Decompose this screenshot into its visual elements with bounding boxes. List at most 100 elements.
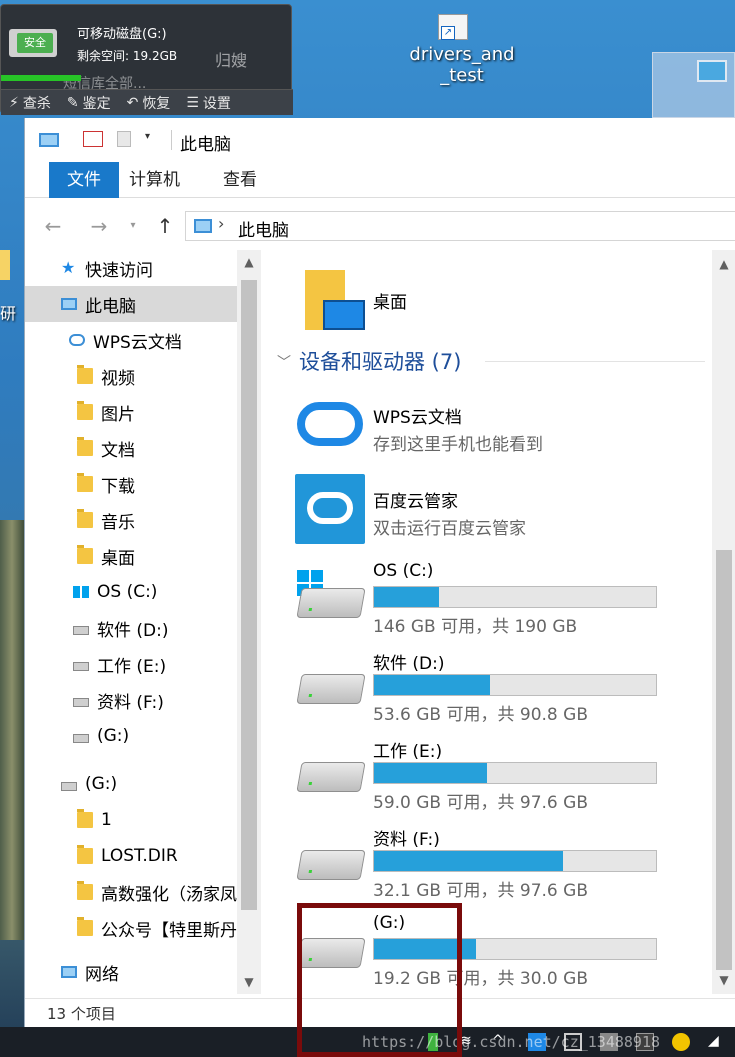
- sidebar-item[interactable]: WPS云文档: [25, 322, 237, 358]
- folder-icon: [77, 917, 93, 936]
- scroll-up-icon[interactable]: ▲: [237, 250, 261, 274]
- popup-progress-bar: [1, 75, 81, 81]
- properties-icon[interactable]: [83, 131, 103, 147]
- devices-group-title[interactable]: 设备和驱动器 (7): [299, 346, 461, 376]
- desktop-folder-label[interactable]: 桌面: [373, 288, 407, 313]
- sidebar-item[interactable]: 网络: [25, 954, 237, 990]
- baidu-cloud-icon[interactable]: [295, 474, 365, 544]
- drive-name: 工作 (E:): [373, 742, 443, 762]
- drive-free-space: 59.0 GB 可用，共 97.6 GB: [373, 793, 588, 813]
- tab-computer[interactable]: 计算机: [111, 162, 198, 198]
- sidebar-item[interactable]: 桌面: [25, 538, 237, 574]
- wps-cloud-icon[interactable]: [297, 402, 363, 446]
- drive-name: 资料 (F:): [373, 830, 440, 850]
- drive-name: 软件 (D:): [373, 654, 445, 674]
- tab-view[interactable]: 查看: [205, 162, 275, 198]
- drive-icon: [73, 661, 89, 671]
- sidebar-item[interactable]: 音乐: [25, 502, 237, 538]
- sidebar-item[interactable]: LOST.DIR: [25, 838, 237, 874]
- file-explorer-window: ▾ 此电脑 文件 计算机 查看 ← → ▾ ↑ › 此电脑 ★ 快速访问 此电脑 WP…: [24, 118, 735, 1027]
- item-count: 13 个项目: [47, 1005, 116, 1023]
- address-bar[interactable]: › 此电脑: [185, 211, 735, 241]
- scan-button[interactable]: ⚡ 查杀: [1, 90, 59, 115]
- drive-free-space: 146 GB 可用，共 190 GB: [373, 617, 578, 637]
- cloud-icon: [69, 334, 85, 346]
- shortcut-arrow-icon: ↗: [441, 26, 455, 40]
- scrollbar-thumb[interactable]: [241, 280, 257, 910]
- scroll-down-icon[interactable]: ▼: [712, 968, 735, 992]
- sidebar-item-label: 工作 (E:): [97, 656, 167, 677]
- forward-arrow-icon[interactable]: →: [85, 212, 113, 240]
- drive-icon: [73, 697, 89, 707]
- drive-icon: [296, 674, 366, 704]
- popup-title: 可移动磁盘(G:): [77, 27, 167, 42]
- restore-label: 恢复: [142, 95, 171, 112]
- folder-icon: [77, 845, 93, 864]
- sidebar-item-label: 1: [101, 810, 112, 830]
- desktop-folder-big-icon[interactable]: [305, 270, 365, 332]
- sidebar-item[interactable]: 1: [25, 802, 237, 838]
- sidebar-item[interactable]: 高数强化（汤家凤: [25, 874, 237, 910]
- sidebar-item-label: WPS云文档: [93, 332, 182, 353]
- sidebar-item[interactable]: (G:): [25, 766, 237, 802]
- desktop-shortcut-label[interactable]: drivers_and _test: [400, 44, 524, 86]
- navigation-pane-scrollbar[interactable]: ▲ ▼: [237, 250, 261, 994]
- sidebar-item[interactable]: 工作 (E:): [25, 646, 237, 682]
- desktop-folder-icon[interactable]: [0, 250, 10, 280]
- sidebar-item[interactable]: 下载: [25, 466, 237, 502]
- drive-usage-bar: [373, 762, 657, 784]
- app-name[interactable]: 百度云管家: [373, 487, 458, 512]
- sidebar-item[interactable]: 公众号【特里斯丹: [25, 910, 237, 946]
- address-text: 此电脑: [238, 221, 289, 241]
- drive-usage-fill: [374, 675, 490, 695]
- settings-label: 设置: [202, 95, 231, 112]
- sidebar-item-label: (G:): [85, 774, 118, 794]
- sidebar-item[interactable]: 资料 (F:): [25, 682, 237, 718]
- signal-icon[interactable]: ◢: [708, 1033, 726, 1051]
- customize-quick-access-icon[interactable]: ▾: [145, 131, 165, 147]
- video-folder-icon: [77, 365, 93, 384]
- sidebar-item[interactable]: 图片: [25, 394, 237, 430]
- sidebar-item[interactable]: (G:): [25, 718, 237, 754]
- chevron-down-icon[interactable]: ﹀: [277, 352, 291, 372]
- plus-tray-icon[interactable]: [672, 1033, 690, 1051]
- drive-icon: [296, 850, 366, 880]
- recent-locations-icon[interactable]: ▾: [119, 212, 147, 240]
- sidebar-item-label: (G:): [97, 726, 130, 746]
- sidebar-item-label: 文档: [101, 440, 135, 461]
- content-pane-scrollbar[interactable]: ▲ ▼: [712, 250, 735, 994]
- sidebar-item[interactable]: 文档: [25, 430, 237, 466]
- scroll-down-icon[interactable]: ▼: [237, 970, 261, 994]
- sidebar-item[interactable]: ★ 快速访问: [25, 250, 237, 286]
- restore-button[interactable]: ↶ 恢复: [119, 90, 179, 115]
- sidebar-item-label: 软件 (D:): [97, 620, 169, 641]
- drive-free-space: 32.1 GB 可用，共 97.6 GB: [373, 881, 588, 901]
- tab-file[interactable]: 文件: [49, 162, 119, 198]
- sidebar-item[interactable]: 此电脑: [25, 286, 237, 322]
- scroll-up-icon[interactable]: ▲: [712, 252, 735, 276]
- new-folder-icon[interactable]: [117, 131, 131, 147]
- up-arrow-icon[interactable]: ↑: [151, 212, 179, 240]
- app-description: 存到这里手机也能看到: [373, 435, 543, 455]
- safe-badge: 安全: [17, 33, 53, 53]
- music-folder-icon: [77, 509, 93, 528]
- app-name[interactable]: WPS云文档: [373, 403, 462, 428]
- drive-usage-bar: [373, 586, 657, 608]
- identify-button[interactable]: ✎ 鉴定: [59, 90, 119, 115]
- chevron-right-icon[interactable]: ›: [218, 214, 224, 233]
- scrollbar-thumb[interactable]: [716, 550, 732, 970]
- sidebar-item[interactable]: OS (C:): [25, 574, 237, 610]
- sidebar-item-label: 图片: [101, 404, 135, 425]
- sidebar-item-label: OS (C:): [97, 582, 158, 602]
- sidebar-item-label: 高数强化（汤家凤: [101, 884, 237, 905]
- settings-button[interactable]: ☰ 设置: [178, 90, 239, 115]
- sidebar-item[interactable]: 软件 (D:): [25, 610, 237, 646]
- popup-background-text: 归嫂: [215, 51, 248, 70]
- network-icon: [61, 966, 77, 978]
- back-arrow-icon[interactable]: ←: [39, 212, 67, 240]
- drive-icon: [73, 625, 89, 635]
- highlight-box: [297, 903, 462, 1057]
- drive-usage-fill: [374, 851, 563, 871]
- sidebar-item[interactable]: 视频: [25, 358, 237, 394]
- pc-icon: [194, 219, 212, 233]
